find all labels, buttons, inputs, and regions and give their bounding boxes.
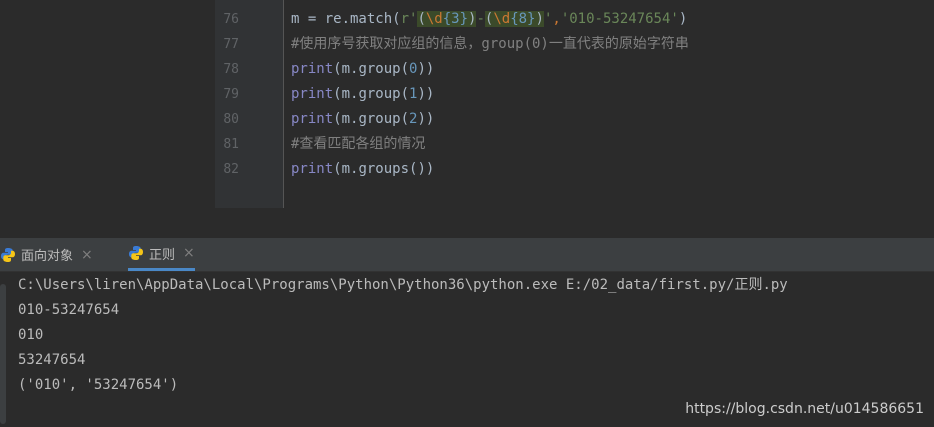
- run-tab-bar: 面向对象 × 正则 ×: [0, 238, 934, 272]
- regex-prefix: r': [400, 11, 418, 27]
- tab-mianxiang-duixiang[interactable]: 面向对象 ×: [0, 238, 93, 271]
- print-keyword: print: [291, 111, 334, 127]
- editor-empty-area: [215, 208, 934, 238]
- regex-group-open: (: [417, 11, 426, 27]
- regex-dash: -: [476, 11, 485, 27]
- print-keyword: print: [291, 86, 334, 102]
- print-keyword: print: [291, 161, 334, 177]
- code-area[interactable]: m = re.match(r'(\d{3})-(\d{8})','010-532…: [291, 0, 934, 208]
- console-line: 53247654: [18, 352, 86, 368]
- watermark-text: https://blog.csdn.net/u014586651: [685, 401, 924, 417]
- regex-escape: \d: [425, 11, 443, 27]
- python-icon: [1, 247, 16, 262]
- close-icon[interactable]: ×: [183, 245, 195, 261]
- console-line: 010-53247654: [18, 302, 120, 318]
- console-scrollbar[interactable]: [0, 284, 6, 424]
- code-token: )): [417, 111, 435, 127]
- code-line-80[interactable]: print(m.group(2)): [291, 107, 434, 132]
- code-token: m = re.match(: [291, 11, 401, 27]
- regex-escape: \d: [493, 11, 511, 27]
- line-number: 78: [223, 62, 239, 77]
- regex-group-close: ): [535, 11, 544, 27]
- string-literal: '010-53247654': [560, 11, 679, 27]
- regex-quantifier: {3}: [442, 11, 469, 27]
- code-line-81[interactable]: #查看匹配各组的情况: [291, 132, 425, 157]
- line-number: 77: [223, 37, 239, 52]
- close-icon[interactable]: ×: [81, 247, 93, 263]
- code-token: )): [417, 61, 435, 77]
- console-line: C:\Users\liren\AppData\Local\Programs\Py…: [18, 277, 788, 293]
- code-editor[interactable]: 76 77 78 79 80 81 82 m = re.match(r'(\d{…: [0, 0, 934, 238]
- code-token: (m.group(: [333, 111, 410, 127]
- regex-quantifier: {8}: [510, 11, 536, 27]
- line-number-gutter: 76 77 78 79 80 81 82: [215, 0, 284, 208]
- code-line-82[interactable]: print(m.groups()): [291, 157, 434, 182]
- tab-label: 正则: [149, 247, 176, 263]
- tab-label: 面向对象: [21, 249, 74, 264]
- editor-left-panel: [0, 0, 215, 238]
- run-console[interactable]: C:\Users\liren\AppData\Local\Programs\Py…: [0, 272, 934, 427]
- python-icon: [129, 246, 143, 260]
- code-token: )): [417, 86, 435, 102]
- line-number: 80: [223, 112, 239, 127]
- tab-zhengze[interactable]: 正则 ×: [128, 238, 195, 271]
- code-line-78[interactable]: print(m.group(0)): [291, 57, 434, 82]
- line-number: 79: [223, 87, 239, 102]
- code-line-79[interactable]: print(m.group(1)): [291, 82, 434, 107]
- line-number: 81: [223, 137, 239, 152]
- code-token: (m.group(: [333, 86, 410, 102]
- print-keyword: print: [291, 61, 334, 77]
- code-line-76[interactable]: m = re.match(r'(\d{3})-(\d{8})','010-532…: [291, 7, 687, 32]
- console-line: ('010', '53247654'): [18, 377, 179, 393]
- code-token: (m.groups()): [333, 161, 435, 177]
- line-number: 82: [223, 162, 239, 177]
- code-token: (m.group(: [333, 61, 410, 77]
- code-line-77[interactable]: #使用序号获取对应组的信息，group(0)一直代表的原始字符串: [291, 32, 689, 57]
- comma: ,: [552, 11, 561, 27]
- line-number: 76: [223, 12, 239, 27]
- code-token: ): [678, 11, 688, 27]
- console-line: 010: [18, 327, 44, 343]
